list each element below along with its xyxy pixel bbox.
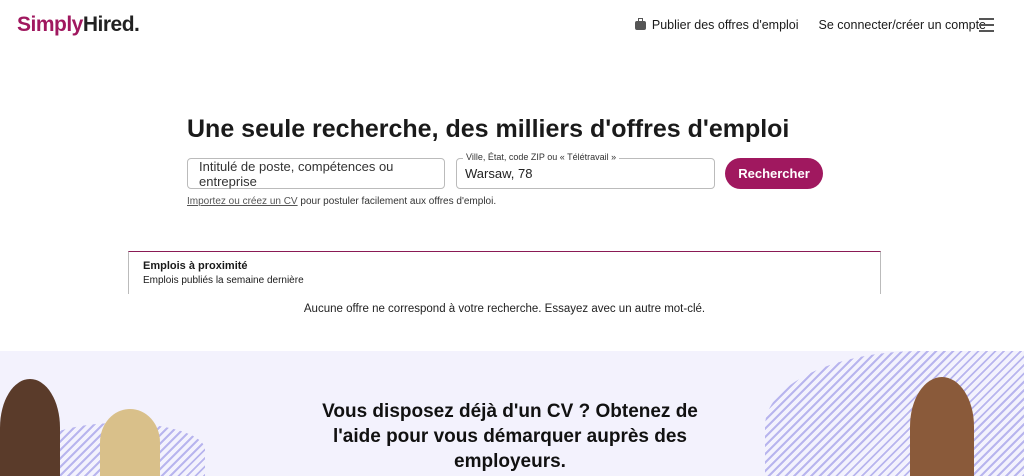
banner-heading: Vous disposez déjà d'un CV ? Obtenez de …: [322, 401, 698, 472]
post-jobs-link[interactable]: Publier des offres d'emploi: [634, 17, 799, 32]
person-image: [0, 379, 60, 476]
logo-part-2: Hired.: [82, 13, 140, 36]
post-jobs-label: Publier des offres d'emploi: [651, 18, 799, 32]
cv-hint: Importez ou créez un CV pour postuler fa…: [187, 196, 496, 207]
header: SimplyHired. Publier des offres d'emploi…: [0, 0, 1024, 52]
simplyhired-logo[interactable]: SimplyHired.: [17, 13, 140, 37]
briefcase-icon: [634, 17, 646, 30]
top-nav: Publier des offres d'emploi Se connecter…: [634, 17, 986, 32]
nearby-jobs-title: Emplois à proximité: [143, 260, 248, 272]
no-results-message: Aucune offre ne correspond à votre reche…: [303, 303, 706, 315]
person-image: [910, 377, 974, 476]
job-title-placeholder: Intitulé de poste, compétences ou entrep…: [199, 158, 394, 189]
page-title: Une seule recherche, des milliers d'offr…: [187, 115, 790, 143]
cv-banner: Vous disposez déjà d'un CV ? Obtenez de …: [0, 351, 1024, 476]
logo-part-1: Simply: [17, 13, 83, 36]
location-input[interactable]: Ville, État, code ZIP ou « Télétravail »…: [456, 152, 715, 189]
hamburger-menu-icon[interactable]: [979, 18, 994, 32]
sign-in-link[interactable]: Se connecter/créer un compte: [819, 18, 986, 32]
person-image: [100, 409, 160, 476]
upload-cv-link[interactable]: Importez ou créez un CV: [187, 196, 298, 207]
nearby-jobs-panel: Emplois à proximité Emplois publiés la s…: [128, 251, 881, 294]
location-label: Ville, État, code ZIP ou « Télétravail »: [463, 152, 620, 162]
stripe-decoration: [765, 351, 1024, 476]
nearby-jobs-subtitle: Emplois publiés la semaine dernière: [143, 275, 304, 286]
location-value: Warsaw, 78: [465, 166, 533, 181]
job-title-input[interactable]: Intitulé de poste, compétences ou entrep…: [187, 158, 445, 189]
search-button[interactable]: Rechercher: [725, 158, 823, 189]
cv-hint-text: pour postuler facilement aux offres d'em…: [297, 196, 497, 207]
